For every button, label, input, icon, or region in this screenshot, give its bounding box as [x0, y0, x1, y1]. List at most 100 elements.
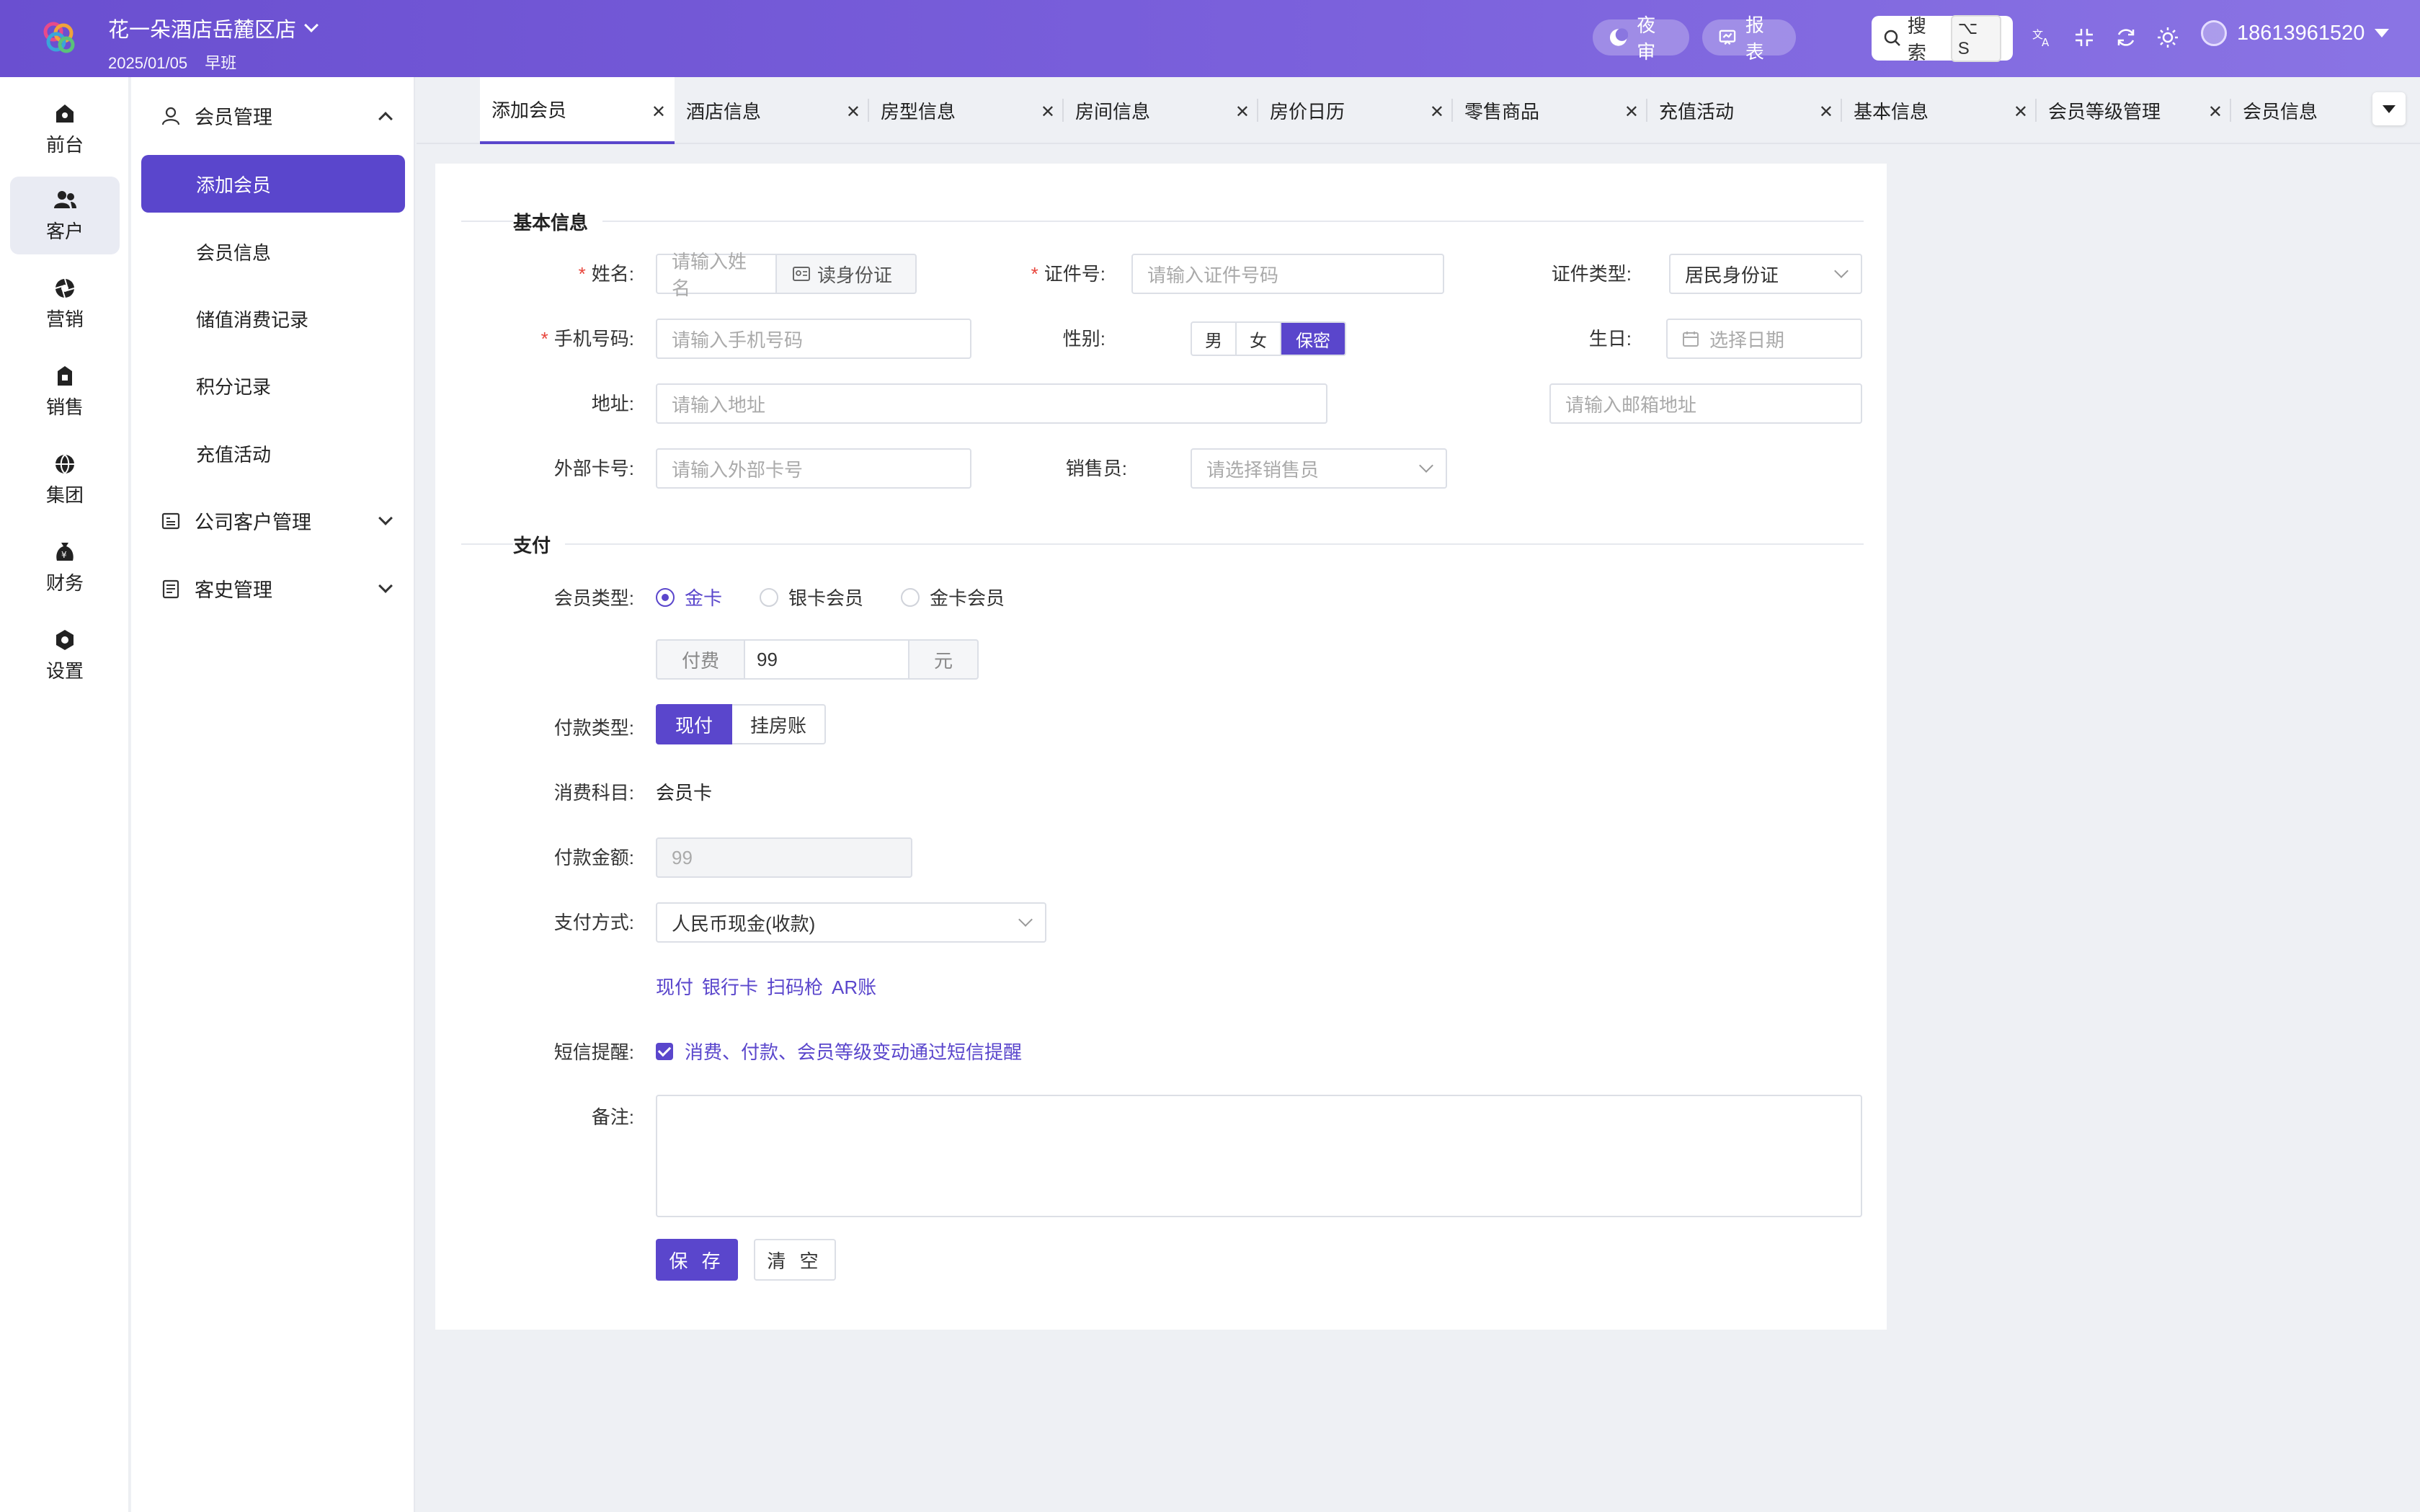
menu-item-add-member[interactable]: 添加会员	[141, 155, 405, 213]
rail-item-group[interactable]: 集团	[10, 440, 120, 518]
tab-room-type-info[interactable]: 房型信息 ✕	[869, 77, 1064, 144]
section-title-basic: 基本信息	[513, 208, 603, 235]
tab-label: 添加会员	[491, 99, 567, 121]
id-type-select[interactable]: 居民身份证	[1669, 254, 1862, 294]
svg-text:¥: ¥	[61, 550, 67, 560]
users-icon	[54, 190, 76, 208]
phone-input[interactable]: 请输入手机号码	[656, 319, 971, 359]
save-button[interactable]: 保 存	[656, 1239, 738, 1281]
tab-basic-info[interactable]: 基本信息 ✕	[1842, 77, 2037, 144]
translate-icon[interactable]: 文 A	[2031, 26, 2054, 49]
rail-label: 前台	[45, 133, 84, 156]
close-icon[interactable]: ✕	[1235, 102, 1250, 123]
search-icon	[1884, 30, 1900, 46]
gender-segmented[interactable]: 男 女 保密	[1191, 321, 1346, 356]
tab-retail-goods[interactable]: 零售商品 ✕	[1453, 77, 1647, 144]
user-icon	[161, 107, 180, 125]
report-button[interactable]: 报表	[1702, 14, 1796, 63]
tab-rate-calendar[interactable]: 房价日历 ✕	[1258, 77, 1453, 144]
quick-link-bank-card[interactable]: 银行卡	[702, 973, 758, 1000]
pay-method-select[interactable]: 人民币现金(收款)	[656, 902, 1046, 943]
rail-label: 设置	[45, 659, 84, 682]
pay-type-label: 付款类型:	[553, 717, 634, 739]
collapse-icon[interactable]	[2073, 26, 2096, 49]
night-audit-button[interactable]: 夜审	[1593, 14, 1689, 63]
tab-hotel-info[interactable]: 酒店信息 ✕	[675, 77, 869, 144]
chevron-down-icon	[378, 578, 393, 593]
gender-option-male[interactable]: 男	[1192, 323, 1237, 355]
quick-link-ar[interactable]: AR账	[832, 973, 876, 1000]
menu-group-history[interactable]: 客史管理	[160, 574, 393, 602]
birthday-picker[interactable]: 选择日期	[1666, 319, 1862, 359]
rail-item-customer[interactable]: 客户	[10, 177, 120, 254]
close-icon[interactable]: ✕	[846, 102, 860, 123]
close-icon[interactable]: ✕	[1819, 102, 1833, 123]
sun-icon[interactable]	[2156, 26, 2179, 49]
close-icon[interactable]: ✕	[651, 102, 666, 123]
external-card-input[interactable]: 请输入外部卡号	[656, 448, 971, 489]
member-type-silver[interactable]: 银卡会员	[760, 584, 863, 610]
salesperson-select[interactable]: 请选择销售员	[1191, 448, 1447, 489]
pay-type-cash[interactable]: 现付	[656, 704, 732, 744]
read-id-card-button[interactable]: 读身份证	[775, 254, 917, 294]
id-number-input[interactable]: 请输入证件号码	[1131, 254, 1444, 294]
report-icon	[1719, 30, 1736, 45]
member-type-gold-member[interactable]: 金卡会员	[901, 584, 1005, 610]
tab-room-info[interactable]: 房间信息 ✕	[1064, 77, 1258, 144]
rail-item-sales[interactable]: 销售	[10, 352, 120, 430]
fee-input[interactable]: 99	[744, 639, 909, 680]
tab-member-level[interactable]: 会员等级管理 ✕	[2037, 77, 2231, 144]
svg-text:A: A	[2042, 36, 2050, 49]
menu-item-points-records[interactable]: 积分记录	[141, 357, 405, 414]
label-text: 证件号:	[1044, 263, 1106, 285]
gender-option-female[interactable]: 女	[1237, 323, 1281, 355]
menu-group-company[interactable]: 公司客户管理	[160, 507, 393, 535]
hotel-switcher[interactable]: 花一朵酒店岳麓区店	[108, 13, 319, 43]
rail-item-settings[interactable]: 设置	[10, 616, 120, 694]
rail-item-marketing[interactable]: 营销	[10, 264, 120, 342]
hotel-logo-icon[interactable]	[39, 17, 79, 58]
menu-group-member[interactable]: 会员管理	[160, 102, 393, 130]
refresh-icon[interactable]	[2114, 26, 2137, 49]
gender-option-secret[interactable]: 保密	[1281, 323, 1345, 355]
menu-group-label: 会员管理	[195, 107, 272, 128]
close-icon[interactable]: ✕	[1430, 102, 1444, 123]
close-icon[interactable]: ✕	[1624, 102, 1639, 123]
member-type-gold[interactable]: 金卡	[656, 584, 722, 610]
close-icon[interactable]: ✕	[1041, 102, 1055, 123]
close-icon[interactable]: ✕	[2208, 102, 2223, 123]
rail-item-frontdesk[interactable]: 前台	[10, 90, 120, 168]
tab-member-info[interactable]: 会员信息	[2231, 77, 2361, 144]
close-icon[interactable]: ✕	[2014, 102, 2028, 123]
clear-button[interactable]: 清 空	[754, 1239, 836, 1281]
name-input[interactable]: 请输入姓名	[656, 251, 777, 299]
tab-overflow-button[interactable]	[2372, 92, 2406, 125]
hotel-name: 花一朵酒店岳麓区店	[108, 19, 297, 42]
menu-item-recharge-activity[interactable]: 充值活动	[141, 424, 405, 482]
sms-checkbox[interactable]: 消费、付款、会员等级变动通过短信提醒	[656, 1038, 1022, 1064]
email-input[interactable]: 请输入邮箱地址	[1549, 383, 1862, 424]
top-bar: 花一朵酒店岳麓区店 2025/01/05 早班 夜审 报表 搜索 ⌥ S 文 A	[0, 0, 2420, 77]
tab-bar: 添加会员 ✕ 酒店信息 ✕ 房型信息 ✕ 房间信息 ✕ 房价日历 ✕ 零售商品 ✕ 充值活动…	[417, 77, 2420, 144]
chevron-down-icon	[1419, 458, 1433, 473]
menu-item-stored-value-records[interactable]: 储值消费记录	[141, 290, 405, 347]
tab-label: 酒店信息	[686, 101, 762, 123]
global-search[interactable]: 搜索 ⌥ S	[1872, 14, 2013, 63]
address-input[interactable]: 请输入地址	[656, 383, 1327, 424]
tab-recharge-activity[interactable]: 充值活动 ✕	[1647, 77, 1842, 144]
tab-add-member[interactable]: 添加会员 ✕	[480, 77, 675, 144]
quick-link-cash[interactable]: 现付	[656, 973, 693, 1000]
birthday-label: 生日:	[1588, 328, 1632, 350]
quick-link-scanner[interactable]: 扫码枪	[767, 973, 823, 1000]
member-type-radios: 金卡 银卡会员 金卡会员	[656, 584, 1042, 610]
globe-icon	[55, 453, 74, 474]
user-menu[interactable]: 18613961520	[2201, 20, 2390, 46]
rail-item-finance[interactable]: ¥ 财务	[10, 528, 120, 606]
remark-textarea[interactable]	[656, 1095, 1862, 1217]
gender-label: 性别:	[1062, 328, 1106, 350]
tab-label: 会员信息	[2243, 101, 2318, 123]
name-label: * 姓名:	[551, 259, 634, 286]
pay-type-room-charge[interactable]: 挂房账	[732, 704, 826, 744]
menu-item-member-info[interactable]: 会员信息	[141, 223, 405, 280]
fee-prefix: 付费	[656, 639, 745, 680]
